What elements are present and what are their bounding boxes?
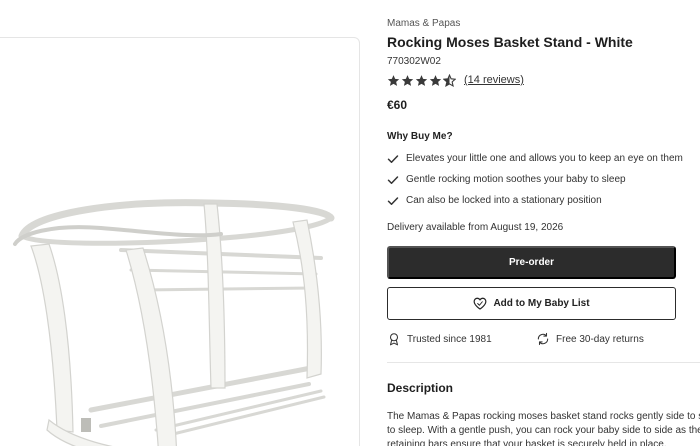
returns-icon bbox=[537, 332, 549, 346]
check-icon bbox=[387, 175, 399, 184]
benefits-list: Elevates your little one and allows you … bbox=[387, 148, 700, 211]
perk-returns-label: Free 30-day returns bbox=[556, 333, 644, 345]
preorder-button-label: Pre-order bbox=[508, 257, 554, 268]
award-icon bbox=[389, 333, 399, 346]
description-line: to sleep. With a gentle push, you can ro… bbox=[387, 425, 700, 436]
star-full-icon bbox=[387, 74, 400, 86]
product-price: €60 bbox=[387, 98, 408, 112]
star-full-icon bbox=[415, 74, 428, 86]
description-text: The Mamas & Papas rocking moses basket s… bbox=[387, 410, 700, 446]
product-sku: 770302W02 bbox=[387, 56, 441, 67]
reviews-link[interactable]: (14 reviews) bbox=[464, 74, 524, 86]
star-full-icon bbox=[429, 74, 442, 86]
check-icon bbox=[387, 154, 399, 163]
benefit-item: Elevates your little one and allows you … bbox=[387, 148, 700, 169]
delivery-info: Delivery available from August 19, 2026 bbox=[387, 222, 564, 233]
benefit-text: Elevates your little one and allows you … bbox=[406, 153, 683, 164]
why-buy-heading: Why Buy Me? bbox=[387, 131, 453, 142]
heart-icon bbox=[474, 297, 487, 310]
perks-row: Trusted since 1981 Free 30-day returns bbox=[387, 332, 700, 350]
star-rating bbox=[387, 73, 456, 87]
description-line: The Mamas & Papas rocking moses basket s… bbox=[387, 411, 700, 422]
preorder-button[interactable]: Pre-order bbox=[387, 246, 676, 279]
perk-trusted-label: Trusted since 1981 bbox=[407, 333, 492, 345]
benefit-text: Can also be locked into a stationary pos… bbox=[406, 195, 602, 206]
moses-basket-stand-image bbox=[13, 199, 335, 446]
product-image[interactable] bbox=[0, 37, 360, 446]
star-half-icon bbox=[443, 73, 456, 87]
stand-label-plate bbox=[81, 418, 91, 432]
section-divider bbox=[387, 362, 700, 363]
rating-row: (14 reviews) bbox=[387, 72, 524, 88]
benefit-item: Gentle rocking motion soothes your baby … bbox=[387, 169, 700, 190]
benefit-item: Can also be locked into a stationary pos… bbox=[387, 190, 700, 211]
perk-returns: Free 30-day returns bbox=[536, 332, 644, 346]
add-to-baby-list-button[interactable]: Add to My Baby List bbox=[387, 287, 676, 320]
star-full-icon bbox=[401, 74, 414, 86]
perk-trusted: Trusted since 1981 bbox=[387, 332, 492, 346]
description-line: retaining bars ensure that your basket i… bbox=[387, 439, 667, 446]
brand-name[interactable]: Mamas & Papas bbox=[387, 18, 460, 29]
description-heading[interactable]: Description bbox=[387, 381, 453, 395]
product-title: Rocking Moses Basket Stand - White bbox=[387, 34, 633, 50]
add-to-baby-list-label: Add to My Baby List bbox=[493, 298, 590, 309]
benefit-text: Gentle rocking motion soothes your baby … bbox=[406, 174, 626, 185]
check-icon bbox=[387, 196, 399, 205]
